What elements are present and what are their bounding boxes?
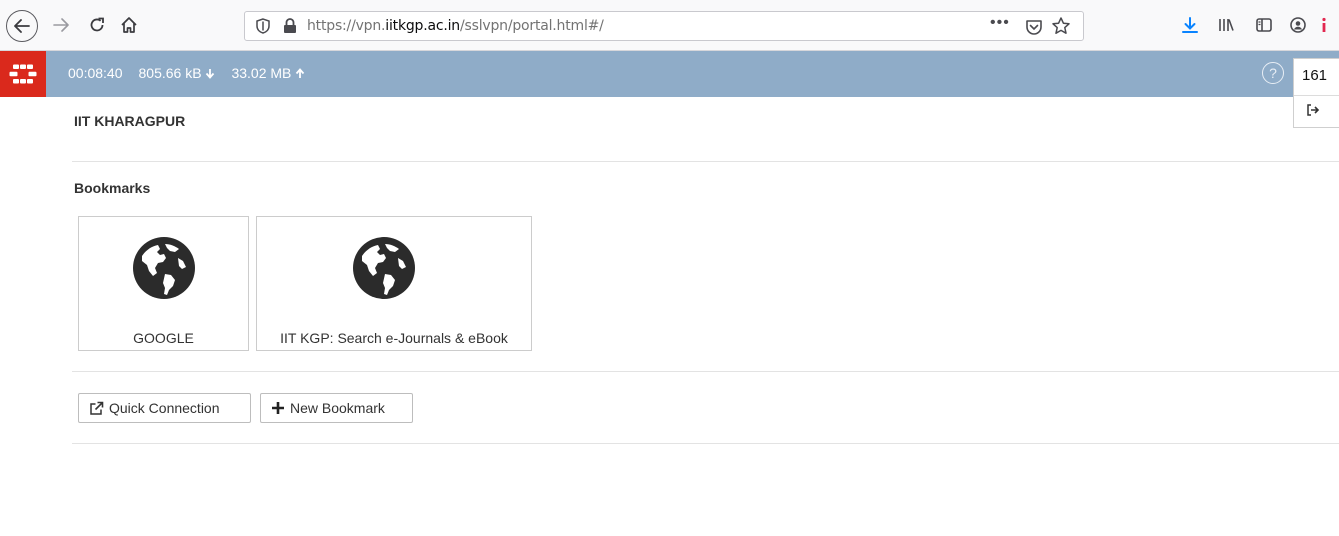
plus-icon xyxy=(272,402,284,414)
arrow-right-icon xyxy=(53,18,69,32)
divider xyxy=(1294,95,1339,96)
new-bookmark-label: New Bookmark xyxy=(290,400,385,416)
divider xyxy=(72,371,1339,372)
back-button[interactable] xyxy=(6,10,38,42)
url-text[interactable]: https://vpn.iitkgp.ac.in/sslvpn/portal.h… xyxy=(307,18,604,34)
arrow-down-icon xyxy=(206,69,215,79)
upload-amount: 33.02 MB xyxy=(231,65,305,81)
new-bookmark-button[interactable]: New Bookmark xyxy=(260,393,413,423)
browser-toolbar: https://vpn.iitkgp.ac.in/sslvpn/portal.h… xyxy=(0,0,1339,51)
session-duration: 00:08:40 xyxy=(68,65,123,81)
bookmark-tile-google[interactable]: GOOGLE xyxy=(78,216,249,351)
bookmark-label: IIT KGP: Search e-Journals & eBook xyxy=(280,330,508,346)
globe-icon xyxy=(133,237,195,299)
quick-connection-button[interactable]: Quick Connection xyxy=(78,393,251,423)
home-button[interactable] xyxy=(118,14,140,36)
bookmark-label: GOOGLE xyxy=(133,330,194,346)
bookmark-star-icon[interactable] xyxy=(1051,16,1071,36)
reload-button[interactable] xyxy=(86,14,108,36)
organization-name: IIT KHARAGPUR xyxy=(74,113,186,129)
extension-icon[interactable] xyxy=(1318,15,1330,35)
divider xyxy=(72,443,1339,444)
session-stats: 00:08:40 805.66 kB 33.02 MB xyxy=(68,65,321,81)
help-icon[interactable]: ? xyxy=(1262,62,1284,84)
home-icon xyxy=(121,17,137,33)
bookmark-tile-iitkgp-ejournals[interactable]: IIT KGP: Search e-Journals & eBook xyxy=(256,216,532,351)
user-name[interactable]: 161 xyxy=(1302,67,1327,84)
bookmarks-title: Bookmarks xyxy=(74,180,151,196)
url-bar[interactable]: https://vpn.iitkgp.ac.in/sslvpn/portal.h… xyxy=(244,11,1084,41)
account-icon[interactable] xyxy=(1288,15,1308,35)
arrow-left-icon xyxy=(14,19,30,33)
lock-icon[interactable] xyxy=(283,18,297,34)
sidebar-icon[interactable] xyxy=(1254,15,1274,35)
globe-icon xyxy=(353,237,415,299)
vpn-status-bar: 00:08:40 805.66 kB 33.02 MB ? xyxy=(0,51,1339,97)
download-amount: 805.66 kB xyxy=(139,65,216,81)
page-actions-more-button[interactable]: ••• xyxy=(990,14,1010,32)
forward-button[interactable] xyxy=(50,14,72,36)
arrow-up-icon xyxy=(296,68,305,78)
external-link-icon xyxy=(90,401,104,415)
user-menu[interactable]: 161 xyxy=(1293,58,1339,128)
reload-icon xyxy=(90,17,104,32)
tracking-shield-icon[interactable] xyxy=(255,18,271,34)
divider xyxy=(72,161,1339,162)
pocket-icon[interactable] xyxy=(1025,18,1043,36)
fortinet-logo[interactable] xyxy=(0,51,46,97)
downloads-icon[interactable] xyxy=(1180,15,1200,35)
library-icon[interactable] xyxy=(1216,15,1236,35)
fortinet-logo-icon xyxy=(8,63,38,85)
quick-connection-label: Quick Connection xyxy=(109,400,220,416)
logout-icon[interactable] xyxy=(1306,103,1320,117)
